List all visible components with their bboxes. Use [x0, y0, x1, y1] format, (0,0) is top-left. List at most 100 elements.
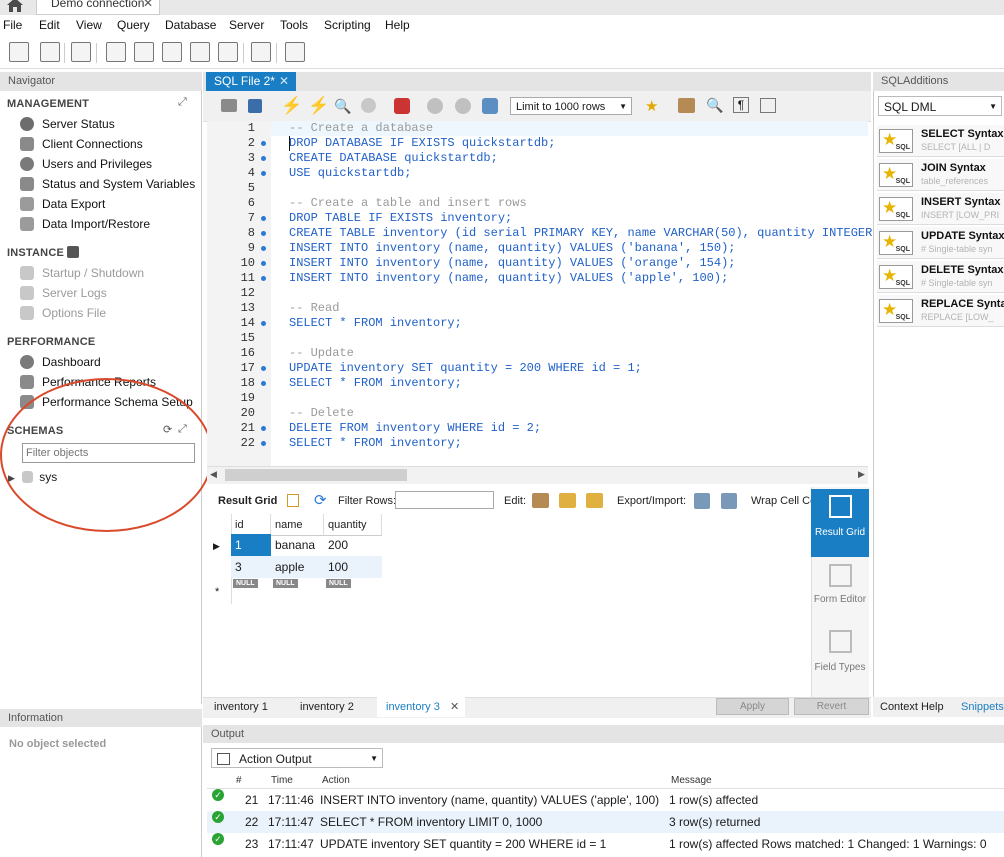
execute-current-icon[interactable]: ⚡: [308, 96, 329, 116]
home-icon[interactable]: [6, 0, 24, 13]
nav-status-variables[interactable]: Status and System Variables: [20, 175, 195, 193]
code-line[interactable]: INSERT INTO inventory (name, quantity) V…: [289, 241, 735, 256]
close-tab-icon[interactable]: ✕: [143, 0, 153, 12]
menu-scripting[interactable]: Scripting: [324, 18, 371, 32]
code-line[interactable]: -- Create a table and insert rows: [289, 196, 527, 211]
snippet-item[interactable]: ★ SQL INSERT Syntax INSERT [LOW_PRI: [877, 193, 1004, 225]
delete-row-icon[interactable]: [586, 493, 603, 508]
result-grid-side-tab[interactable]: Result Grid: [811, 489, 869, 557]
create-schema-icon[interactable]: [106, 42, 126, 62]
nav-server-status[interactable]: Server Status: [20, 115, 115, 133]
code-line[interactable]: SELECT * FROM inventory;: [289, 316, 462, 331]
grid-cell[interactable]: apple: [271, 556, 324, 578]
create-table-icon[interactable]: [134, 42, 154, 62]
menu-tools[interactable]: Tools: [280, 18, 308, 32]
menu-database[interactable]: Database: [165, 18, 216, 32]
nav-data-export[interactable]: Data Export: [20, 195, 105, 213]
search-table-data-icon[interactable]: [251, 42, 271, 62]
save-icon[interactable]: [248, 99, 262, 113]
close-tab-icon[interactable]: ✕: [450, 700, 459, 713]
stop-on-error-icon[interactable]: [394, 98, 410, 114]
open-folder-icon[interactable]: [221, 99, 237, 112]
code-line[interactable]: CREATE TABLE inventory (id serial PRIMAR…: [289, 226, 887, 241]
sql-file-tab[interactable]: SQL File 2* ✕: [206, 72, 296, 91]
form-editor-side-tab[interactable]: Form Editor: [811, 561, 869, 623]
null-badge[interactable]: NULL: [233, 579, 258, 588]
find-icon[interactable]: 🔍: [706, 97, 723, 114]
snippet-item[interactable]: ★ SQL REPLACE Synta REPLACE [LOW_: [877, 295, 1004, 327]
grid-cell[interactable]: banana: [271, 534, 324, 556]
code-line[interactable]: DROP TABLE IF EXISTS inventory;: [289, 211, 512, 226]
output-row[interactable]: ✓ 22 17:11:47 SELECT * FROM inventory LIMIT…: [207, 811, 1004, 833]
result-grid-label[interactable]: Result Grid: [218, 495, 277, 507]
code-line[interactable]: INSERT INTO inventory (name, quantity) V…: [289, 256, 735, 271]
null-badge[interactable]: NULL: [273, 579, 298, 588]
grid-cell[interactable]: 3: [231, 556, 271, 578]
import-icon[interactable]: [721, 493, 737, 509]
snippet-item[interactable]: ★ SQL JOIN Syntax table_references: [877, 159, 1004, 191]
nav-server-logs[interactable]: Server Logs: [20, 284, 107, 302]
commit-icon[interactable]: [427, 98, 443, 114]
scrollbar-thumb[interactable]: [225, 469, 407, 481]
column-header-name[interactable]: name: [271, 514, 324, 536]
nav-users-privileges[interactable]: Users and Privileges: [20, 155, 152, 173]
reconnect-icon[interactable]: [285, 42, 305, 62]
code-line[interactable]: DELETE FROM inventory WHERE id = 2;: [289, 421, 541, 436]
open-sql-script-icon[interactable]: [40, 42, 60, 62]
null-badge[interactable]: NULL: [326, 579, 351, 588]
menu-help[interactable]: Help: [385, 18, 410, 32]
result-tab-inventory-2[interactable]: inventory 2: [300, 701, 354, 713]
nav-dashboard[interactable]: Dashboard: [20, 353, 101, 371]
beautify-icon[interactable]: [678, 98, 695, 113]
code-line[interactable]: -- Read: [289, 301, 339, 316]
grid-cell[interactable]: 200: [324, 534, 382, 556]
menu-server[interactable]: Server: [229, 18, 264, 32]
menu-edit[interactable]: Edit: [39, 18, 60, 32]
snippet-category-select[interactable]: SQL DML ▼: [878, 96, 1002, 116]
inspect-icon[interactable]: [71, 42, 91, 62]
grid-cell[interactable]: 1: [231, 534, 271, 556]
nav-options-file[interactable]: Options File: [20, 304, 106, 322]
snippets-tab[interactable]: Snippets: [961, 701, 1004, 713]
code-line[interactable]: UPDATE inventory SET quantity = 200 WHER…: [289, 361, 642, 376]
add-snippet-star-icon[interactable]: ★: [645, 97, 658, 115]
wrap-cell-label[interactable]: Wrap Cell Co: [751, 495, 816, 507]
menu-file[interactable]: File: [3, 18, 22, 32]
code-line[interactable]: -- Delete: [289, 406, 354, 421]
limit-rows-select[interactable]: Limit to 1000 rows ▼: [510, 97, 632, 115]
output-row[interactable]: ✓ 21 17:11:46 INSERT INTO inventory (name, …: [207, 789, 1004, 811]
nav-client-connections[interactable]: Client Connections: [20, 135, 143, 153]
filter-rows-input[interactable]: [395, 491, 494, 509]
grid-cell[interactable]: 100: [324, 556, 382, 578]
invisible-chars-icon[interactable]: ¶: [733, 97, 749, 113]
code-line[interactable]: USE quickstartdb;: [289, 166, 411, 181]
create-view-icon[interactable]: [162, 42, 182, 62]
revert-button[interactable]: Revert: [794, 698, 869, 715]
snippet-item[interactable]: ★ SQL DELETE Syntax # Single-table syn: [877, 261, 1004, 293]
close-tab-icon[interactable]: ✕: [279, 72, 289, 91]
snippet-item[interactable]: ★ SQL SELECT Syntax SELECT [ALL | D: [877, 125, 1004, 157]
code-line[interactable]: INSERT INTO inventory (name, quantity) V…: [289, 271, 728, 286]
expand-icon[interactable]: ⤢: [178, 96, 187, 109]
result-tab-inventory-3[interactable]: inventory 3 ✕: [377, 697, 465, 717]
autocommit-icon[interactable]: [482, 98, 498, 114]
stop-icon[interactable]: [361, 98, 376, 113]
connection-tab[interactable]: Demo connection ✕: [36, 0, 160, 15]
new-sql-tab-icon[interactable]: [9, 42, 29, 62]
code-line[interactable]: -- Update: [289, 346, 354, 361]
column-header-id[interactable]: id: [231, 514, 271, 536]
result-tab-inventory-1[interactable]: inventory 1: [214, 701, 268, 713]
code-line[interactable]: SELECT * FROM inventory;: [289, 436, 462, 451]
export-icon[interactable]: [694, 493, 710, 509]
context-help-tab[interactable]: Context Help: [880, 701, 944, 713]
code-line[interactable]: CREATE DATABASE quickstartdb;: [289, 151, 498, 166]
wrap-lines-icon[interactable]: [760, 98, 776, 113]
insert-row-icon[interactable]: [559, 493, 576, 508]
grid-icon[interactable]: [287, 494, 299, 507]
scroll-right-icon[interactable]: ▶: [858, 469, 865, 480]
snippet-item[interactable]: ★ SQL UPDATE Syntax # Single-table syn: [877, 227, 1004, 259]
output-row[interactable]: ✓ 23 17:11:47 UPDATE inventory SET quantity…: [207, 833, 1004, 855]
nav-startup-shutdown[interactable]: Startup / Shutdown: [20, 264, 144, 282]
code-line[interactable]: DROP DATABASE IF EXISTS quickstartdb;: [289, 136, 555, 151]
scroll-left-icon[interactable]: ◀: [210, 469, 217, 480]
